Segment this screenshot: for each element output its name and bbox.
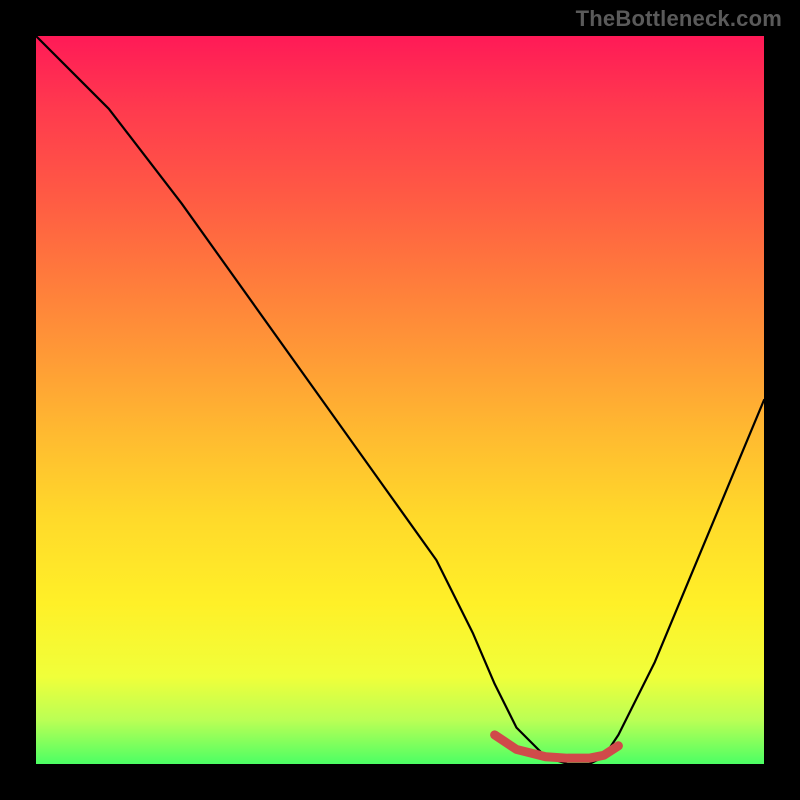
chart-svg [36, 36, 764, 764]
optimal-range-highlight-path [495, 735, 619, 758]
watermark-text: TheBottleneck.com [576, 6, 782, 32]
plot-area [36, 36, 764, 764]
bottleneck-curve-path [36, 36, 764, 764]
